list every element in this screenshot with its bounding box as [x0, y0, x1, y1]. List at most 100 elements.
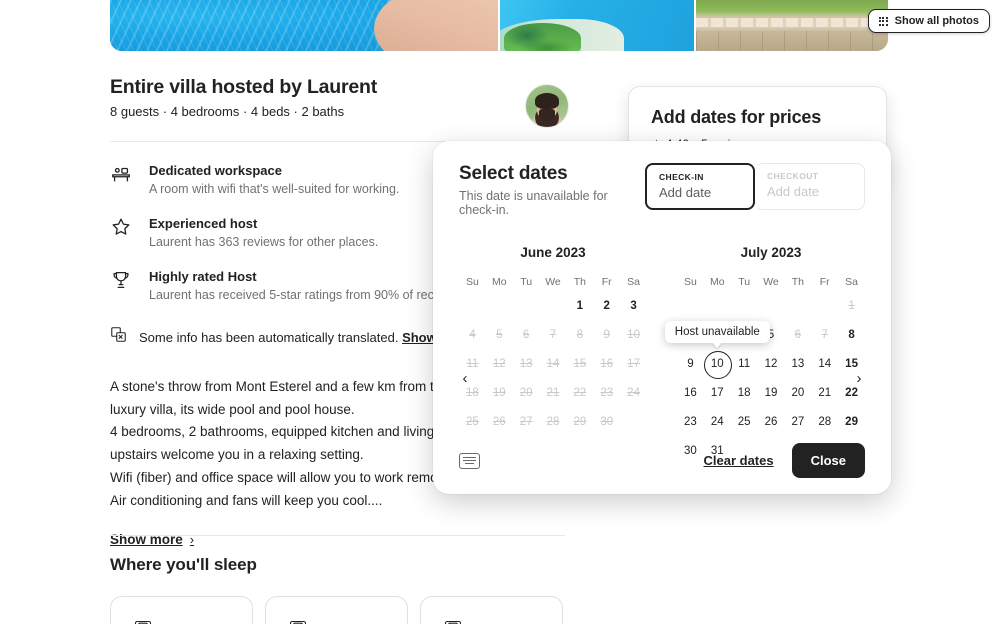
- gallery-photo-right[interactable]: [695, 0, 888, 51]
- calendar-day: 11: [466, 357, 479, 370]
- calendar-days: 1234567891011121314151617181920212223242…: [677, 294, 865, 462]
- calendar-day[interactable]: 20: [784, 381, 811, 404]
- bedroom-card[interactable]: [420, 596, 563, 624]
- calendar-month-label: June 2023: [520, 245, 586, 260]
- calendar-day: 13: [519, 357, 533, 370]
- calendar-day[interactable]: 9: [677, 352, 704, 375]
- checkout-field[interactable]: CHECKOUT Add date: [755, 163, 865, 210]
- calendar-day[interactable]: 2: [593, 294, 620, 317]
- gallery-photo-main[interactable]: [110, 0, 498, 51]
- avatar[interactable]: [525, 84, 569, 128]
- modal-title: Select dates: [459, 163, 568, 184]
- calendar-day[interactable]: 1: [566, 294, 593, 317]
- translate-icon: [110, 326, 127, 348]
- show-all-photos-button[interactable]: Show all photos: [867, 9, 990, 33]
- page-title: Entire villa hosted by Laurent: [110, 76, 378, 98]
- keyboard-icon[interactable]: [459, 452, 480, 469]
- calendar-day: 7: [549, 328, 557, 341]
- bedroom-card-list: [110, 596, 570, 624]
- feature-subtitle: Laurent has 363 reviews for other places…: [149, 234, 379, 249]
- calendar-day[interactable]: 21: [811, 381, 838, 404]
- sleep-heading: Where you'll sleep: [110, 555, 257, 574]
- modal-header: Select dates This date is unavailable fo…: [459, 163, 865, 217]
- calendar-day[interactable]: 3: [620, 294, 647, 317]
- day-of-week: Tu: [520, 276, 533, 288]
- calendar-day[interactable]: 23: [677, 410, 704, 433]
- calendar-day[interactable]: 27: [784, 410, 811, 433]
- select-dates-modal: Select dates This date is unavailable fo…: [433, 141, 891, 494]
- calendar-day: 15: [573, 357, 587, 370]
- calendar-day: 8: [576, 328, 584, 341]
- calendar-day[interactable]: 15: [838, 352, 865, 375]
- calendar-day[interactable]: 26: [758, 410, 785, 433]
- bedroom-card[interactable]: [265, 596, 408, 624]
- day-of-week: Sa: [845, 276, 858, 288]
- bedroom-card[interactable]: [110, 596, 253, 624]
- calendar-day: 10: [627, 328, 640, 341]
- day-of-week: Fr: [819, 276, 830, 288]
- calendar-month-label: July 2023: [740, 245, 802, 260]
- day-of-week: We: [545, 276, 561, 288]
- modal-actions: Clear dates Close: [704, 443, 865, 478]
- modal-footer: Clear dates Close: [459, 443, 865, 478]
- calendar-day: 4: [469, 328, 476, 341]
- calendar-day: 24: [627, 386, 640, 399]
- day-of-week: Mo: [491, 276, 507, 288]
- calendar-days: 1234567891011121314151617181920212223242…: [459, 294, 647, 433]
- calendar-day[interactable]: 24: [704, 410, 731, 433]
- calendar-day: 14: [546, 357, 560, 370]
- calendar-day[interactable]: 13: [784, 352, 811, 375]
- photo-gallery: [110, 0, 888, 51]
- calendar-day: 30: [600, 415, 614, 428]
- calendar-day: 1: [848, 299, 855, 312]
- calendar-day: 9: [603, 328, 610, 341]
- listing-capacity: 8 guests · 4 bedrooms · 4 beds · 2 baths: [110, 104, 345, 119]
- day-of-week: We: [763, 276, 779, 288]
- calendar-day[interactable]: 11: [731, 352, 758, 375]
- day-of-week: Tu: [738, 276, 751, 288]
- day-of-week: Su: [466, 276, 479, 288]
- calendar-day: 26: [492, 415, 506, 428]
- calendars: June 2023 Su Mo Tu We Th Fr Sa 1 2 3 4 5 6 7 8 9 10 11 12…: [459, 245, 865, 462]
- clear-dates-button[interactable]: Clear dates: [704, 453, 774, 468]
- close-button[interactable]: Close: [791, 443, 865, 478]
- calendar-day[interactable]: 17: [704, 381, 731, 404]
- checkin-field[interactable]: CHECK-IN Add date: [645, 163, 755, 210]
- show-all-photos-label: Show all photos: [894, 15, 979, 27]
- calendar-day: 21: [546, 386, 560, 399]
- calendar-day[interactable]: 19: [758, 381, 785, 404]
- calendar-day[interactable]: 22: [838, 381, 865, 404]
- calendar-day[interactable]: 28: [811, 410, 838, 433]
- calendar-day[interactable]: 25: [731, 410, 758, 433]
- day-of-week: Fr: [601, 276, 612, 288]
- calendar-day[interactable]: 29: [838, 410, 865, 433]
- calendar-day: 23: [600, 386, 614, 399]
- section-divider: [110, 535, 565, 536]
- workspace-icon: [110, 162, 132, 185]
- checkin-value: Add date: [659, 185, 712, 200]
- calendar-july: July 2023 SuMoTuWeThFrSa 123456789101112…: [664, 245, 865, 462]
- calendar-day: 28: [546, 415, 560, 428]
- calendar-day[interactable]: 14: [811, 352, 838, 375]
- calendar-day[interactable]: 10: [704, 350, 733, 379]
- calendar-day[interactable]: 16: [677, 381, 704, 404]
- calendar-day: 27: [519, 415, 533, 428]
- calendar-day: 7: [821, 328, 828, 341]
- gallery-photo-middle[interactable]: [500, 0, 694, 51]
- calendar-day: 19: [492, 386, 506, 399]
- calendar-day: 18: [466, 386, 479, 399]
- calendar-day: 6: [522, 328, 530, 341]
- date-fields: CHECK-IN Add date CHECKOUT Add date: [645, 163, 865, 210]
- calendar-day[interactable]: 12: [758, 352, 785, 375]
- calendar-day[interactable]: 18: [731, 381, 758, 404]
- feature-title: Experienced host: [149, 216, 258, 232]
- host-unavailable-tooltip: Host unavailable: [664, 321, 770, 343]
- calendar-june: June 2023 Su Mo Tu We Th Fr Sa 1 2 3 4 5 6 7 8 9 10 11 12…: [459, 245, 647, 462]
- modal-subtitle: This date is unavailable for check-in.: [459, 189, 608, 217]
- star-icon: [110, 215, 132, 238]
- calendar-day[interactable]: 8: [838, 323, 865, 346]
- day-of-week: Th: [791, 276, 804, 288]
- calendar-day: 5: [496, 328, 503, 341]
- feature-title: Dedicated workspace: [149, 163, 282, 178]
- feature-subtitle: A room with wifi that's well-suited for …: [149, 181, 400, 196]
